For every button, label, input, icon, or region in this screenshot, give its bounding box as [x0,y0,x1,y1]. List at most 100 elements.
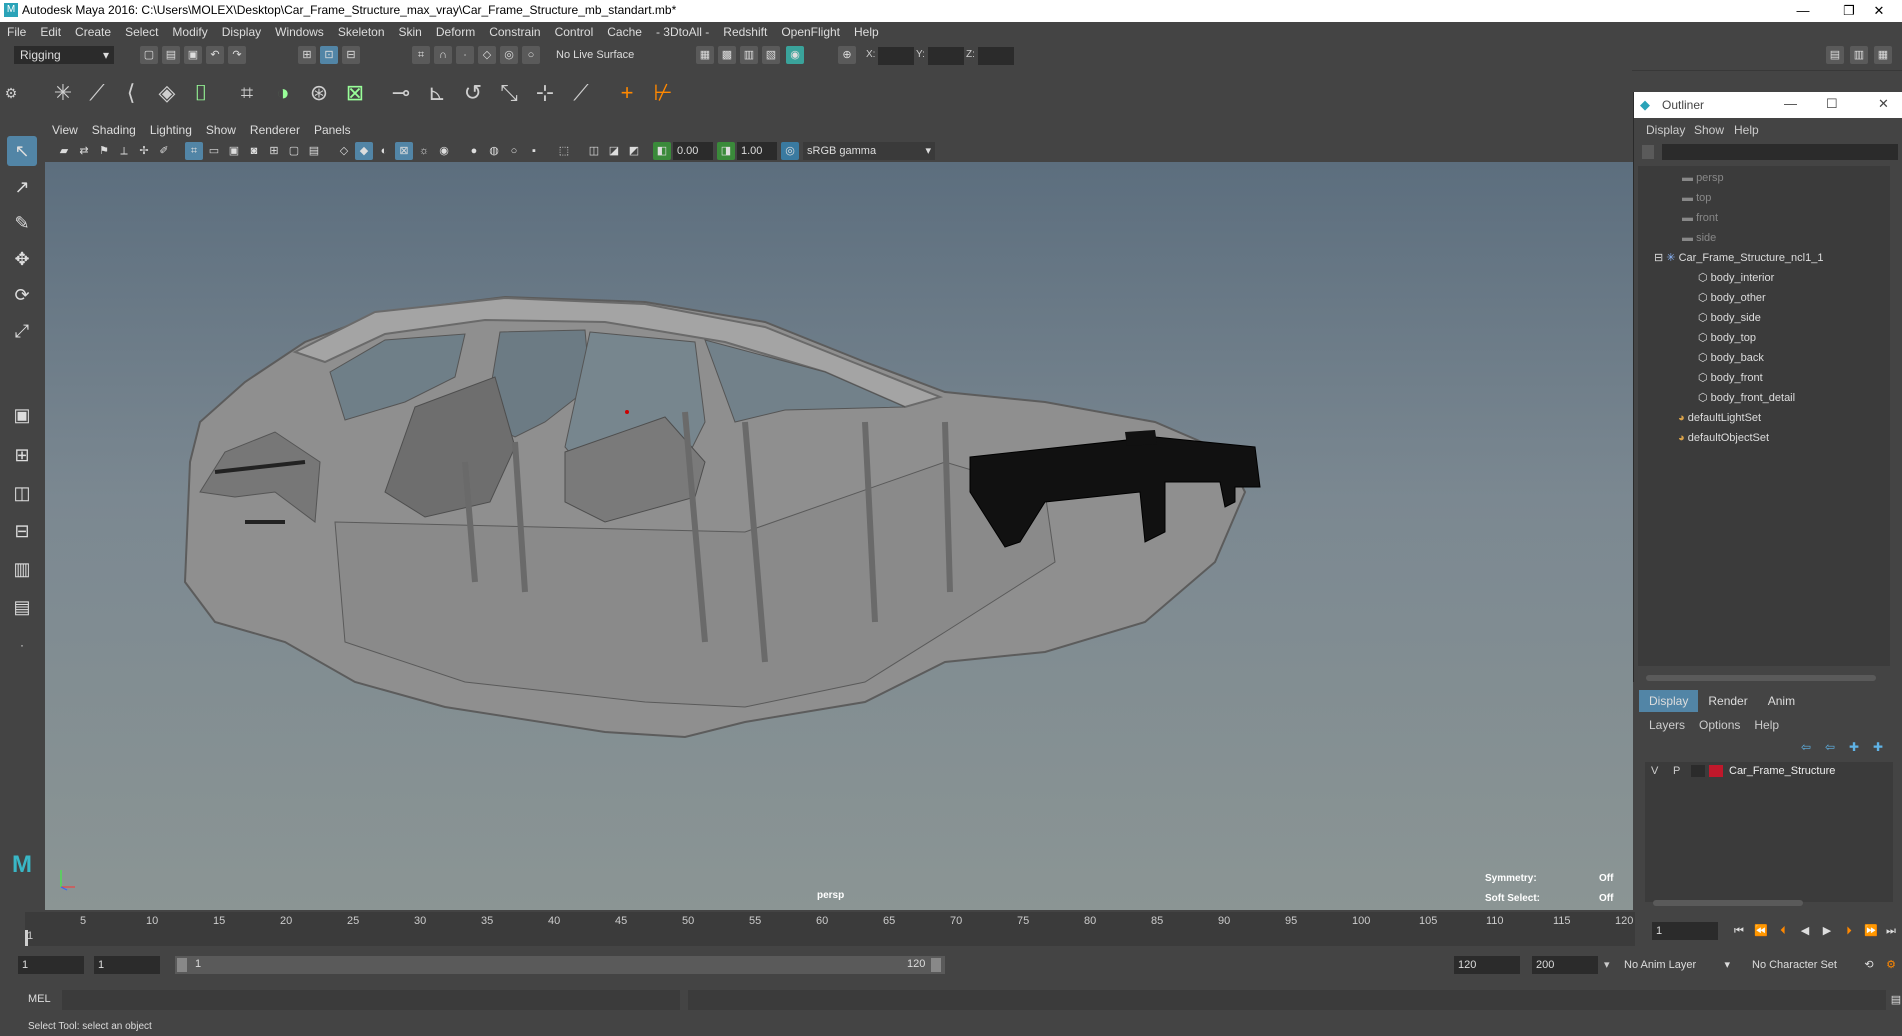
single-view-layout-icon[interactable]: ▣ [7,400,37,430]
panel-menu-shading[interactable]: Shading [85,120,143,140]
tab-anim[interactable]: Anim [1758,690,1805,712]
cluster-icon[interactable]: ⌷ [186,78,216,108]
mirror-joint-icon[interactable]: ◈ [152,78,182,108]
step-forward-frame-icon[interactable]: ⏩ [1862,922,1880,940]
field-chart-icon[interactable]: ⊞ [265,142,283,160]
go-to-start-icon[interactable]: ⏮ [1730,922,1748,940]
wireframe-icon[interactable]: ◇ [335,142,353,160]
layer-playback-toggle[interactable]: P [1673,765,1680,777]
menu-constrain[interactable]: Constrain [482,22,547,42]
handle-icon[interactable]: ⊬ [648,78,678,108]
menu-control[interactable]: Control [548,22,601,42]
panel-menu-lighting[interactable]: Lighting [143,120,199,140]
snap-curve-icon[interactable]: ∩ [434,46,452,64]
menu-deform[interactable]: Deform [429,22,482,42]
scale-constraint-icon[interactable]: ⤡ [494,78,524,108]
modeling-toolkit-icon[interactable]: ▤ [1826,46,1844,64]
smooth-shade-icon[interactable]: ◆ [355,142,373,160]
gamma-field[interactable]: 1.00 [737,142,777,160]
play-backwards-icon[interactable]: ◀ [1796,922,1814,940]
perspective-viewport[interactable]: persp Symmetry: Off Soft Select: Off [45,162,1633,910]
hypershade-layout-icon[interactable]: ▥ [7,554,37,584]
outliner-item-default-object-set[interactable]: ◕ defaultObjectSet [1678,428,1769,448]
scale-tool-icon[interactable]: ⤢ [7,316,37,346]
wireframe-on-shaded-icon[interactable]: ⊠ [395,142,413,160]
tab-display[interactable]: Display [1639,690,1699,712]
outliner-item-body-other[interactable]: ⬡ body_other [1698,288,1766,308]
current-time-indicator[interactable] [25,930,28,946]
shadows-icon[interactable]: ● [465,142,483,160]
anim-layer-dropdown[interactable]: No Anim Layer ▾ [1620,956,1732,974]
time-ruler[interactable]: 1 5 10 15 20 25 30 35 40 45 50 55 60 65 … [25,912,1635,946]
layer-row[interactable]: V P Car_Frame_Structure [1645,762,1893,782]
layer-display-type-toggle[interactable] [1691,765,1705,777]
tool-settings-icon[interactable]: ▦ [1874,46,1892,64]
aim-constraint-icon[interactable]: ⊾ [422,78,452,108]
snap-grid-icon[interactable]: ⌗ [412,46,430,64]
range-end-handle[interactable] [931,958,941,972]
play-forwards-icon[interactable]: ▶ [1818,922,1836,940]
attribute-editor-icon[interactable]: ▥ [1850,46,1868,64]
outliner-menu-show[interactable]: Show [1694,123,1724,137]
grease-pencil-icon[interactable]: ✐ [155,142,173,160]
lattice-icon[interactable]: ⌗ [232,78,262,108]
make-live-icon[interactable]: ◎ [500,46,518,64]
script-editor-icon[interactable]: ▤ [1890,991,1902,1009]
go-to-end-icon[interactable]: ⏭ [1882,922,1900,940]
select-component-icon[interactable]: ⊟ [342,46,360,64]
animation-preferences-icon[interactable]: ⚙ [1882,956,1900,974]
x-field[interactable] [878,47,914,65]
outliner-item-body-front-detail[interactable]: ⬡ body_front_detail [1698,388,1795,408]
pole-vector-icon[interactable]: ⟋ [566,78,596,108]
ik-handle-icon[interactable]: ⟋ [82,78,112,108]
step-back-key-icon[interactable]: ⏴ [1774,922,1792,940]
select-hierarchy-icon[interactable]: ⊞ [298,46,316,64]
layer-horizontal-scrollbar[interactable] [1653,900,1803,906]
open-scene-icon[interactable]: ▤ [162,46,180,64]
paint-select-icon[interactable]: ✎ [7,208,37,238]
side-by-side-layout-icon[interactable]: ◫ [7,478,37,508]
menu-file[interactable]: File [0,22,33,42]
rotate-tool-icon[interactable]: ⟳ [7,280,37,310]
xray-components-icon[interactable]: ◩ [625,142,643,160]
transform-mode-icon[interactable]: ⊕ [838,46,856,64]
outliner-item-top[interactable]: ▬ top [1682,188,1711,208]
layer-menu-layers[interactable]: Layers [1649,718,1685,732]
motion-blur-icon[interactable]: ○ [505,142,523,160]
outliner-item-body-interior[interactable]: ⬡ body_interior [1698,268,1774,288]
outliner-close-button[interactable]: ✕ [1878,96,1889,112]
safe-title-icon[interactable]: ▤ [305,142,323,160]
animation-start-field[interactable]: 1 [18,956,84,974]
use-all-lights-icon[interactable]: ◉ [435,142,453,160]
menu-3dtoall[interactable]: - 3DtoAll - [649,22,716,42]
playback-end-field[interactable]: 120 [1454,956,1520,974]
playback-start-field[interactable]: 1 [94,956,160,974]
color-space-dropdown[interactable]: sRGB gamma ▾ [803,142,935,160]
car-frame-model[interactable] [45,162,1633,910]
menu-skin[interactable]: Skin [392,22,429,42]
isolate-select-icon[interactable]: ⬚ [555,142,573,160]
xray-icon[interactable]: ◫ [585,142,603,160]
new-layer-icon[interactable]: ✚ [1849,740,1859,754]
bookmark-icon[interactable]: ⚑ [95,142,113,160]
orient-constraint-icon[interactable]: ↺ [458,78,488,108]
menu-modify[interactable]: Modify [165,22,214,42]
two-d-pan-icon[interactable]: ✢ [135,142,153,160]
filter-icon[interactable] [1642,145,1654,159]
safe-action-icon[interactable]: ▢ [285,142,303,160]
render-settings-icon[interactable]: ▧ [762,46,780,64]
outliner-item-body-back[interactable]: ⬡ body_back [1698,348,1764,368]
panel-menu-view[interactable]: View [45,120,85,140]
layer-name[interactable]: Car_Frame_Structure [1729,765,1835,777]
anti-aliasing-icon[interactable]: ▪ [525,142,543,160]
more-layouts-icon[interactable]: · [7,630,37,660]
step-back-frame-icon[interactable]: ⏪ [1752,922,1770,940]
panel-menu-renderer[interactable]: Renderer [243,120,307,140]
textured-icon[interactable]: ☼ [415,142,433,160]
command-input[interactable] [62,990,680,1010]
xray-joints-icon[interactable]: ◪ [605,142,623,160]
menu-set-dropdown[interactable]: Rigging ▾ [14,46,114,64]
new-scene-icon[interactable]: ▢ [140,46,158,64]
film-gate-icon[interactable]: ▭ [205,142,223,160]
panel-menu-show[interactable]: Show [199,120,243,140]
